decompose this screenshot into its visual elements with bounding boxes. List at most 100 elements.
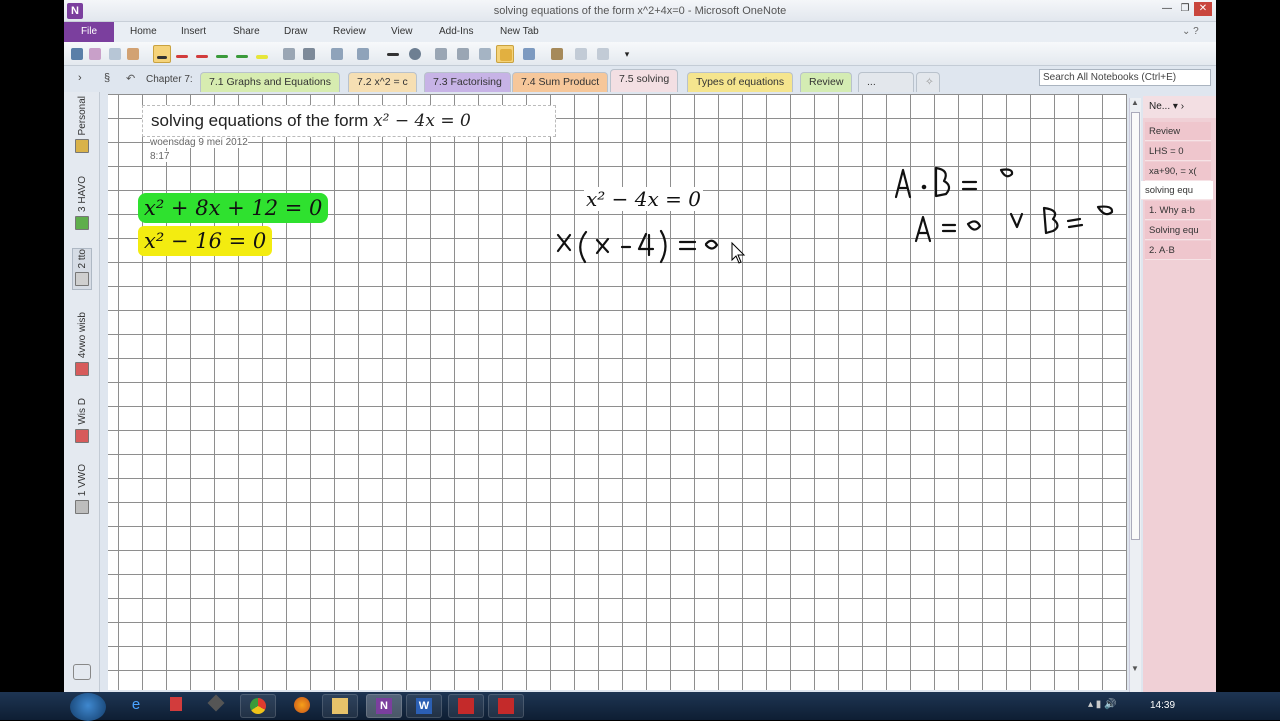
pen-red2-icon[interactable]	[193, 45, 211, 63]
pan-icon[interactable]	[124, 45, 142, 63]
tab-new-tab[interactable]: New Tab	[500, 26, 539, 37]
ink-to-text-icon[interactable]	[432, 45, 450, 63]
pen-green-icon[interactable]	[213, 45, 231, 63]
eraser-icon[interactable]	[86, 45, 104, 63]
math-red2-icon[interactable]	[488, 694, 524, 718]
quick-toolbar: ▾	[64, 42, 1216, 66]
tab-section-more[interactable]: ...	[858, 72, 914, 92]
notebook-1-vwo[interactable]: 1 VWO	[72, 464, 92, 515]
page-item-solving-selected[interactable]: solving equ	[1141, 181, 1213, 200]
selection-icon[interactable]	[476, 45, 494, 63]
minimize-button[interactable]: —	[1158, 2, 1176, 16]
page-item-review[interactable]: Review	[1145, 122, 1211, 141]
section-group-icon[interactable]: §	[104, 72, 110, 84]
highlighter-yellow-icon[interactable]	[253, 45, 271, 63]
onenote-icon[interactable]: N	[366, 694, 402, 718]
shapes-icon[interactable]	[328, 45, 346, 63]
firefox-icon[interactable]	[284, 694, 320, 718]
office-icon[interactable]	[158, 694, 194, 718]
page-item-solving-equ[interactable]: Solving equ	[1145, 221, 1211, 240]
page-scrollbar[interactable]: ▲ ▼	[1129, 98, 1141, 692]
notebook-personal[interactable]: Personal	[72, 96, 92, 154]
breadcrumb[interactable]: Chapter 7:	[146, 74, 193, 85]
close-button[interactable]: ✕	[1194, 2, 1212, 16]
tab-section-types[interactable]: Types of equations	[687, 72, 794, 92]
notebook-label: 1 VWO	[76, 464, 88, 497]
page-list: Ne... ▾ › Review LHS = 0 xa+90, = x( sol…	[1141, 96, 1216, 692]
notebook-3-havo[interactable]: 3 HAVO	[72, 176, 92, 230]
tab-section-7-4[interactable]: 7.4 Sum Product	[512, 72, 609, 92]
system-tray-icons[interactable]: ▴ ▮ 🔊	[1088, 699, 1117, 710]
tab-draw[interactable]: Draw	[284, 26, 307, 37]
pen-green2-icon[interactable]	[233, 45, 251, 63]
tab-share[interactable]: Share	[233, 26, 260, 37]
notebook-icon	[75, 362, 89, 377]
tab-home[interactable]: Home	[130, 26, 157, 37]
tab-add-ins[interactable]: Add-Ins	[439, 26, 473, 37]
notebook-icon	[75, 272, 89, 287]
tab-review[interactable]: Review	[333, 26, 366, 37]
explorer-icon[interactable]	[322, 694, 358, 718]
tab-section-7-2[interactable]: 7.2 x^2 = c	[348, 72, 417, 92]
insert-space-icon[interactable]	[300, 45, 318, 63]
notebook-label: 2 tto	[76, 249, 88, 269]
clock[interactable]: 14:39	[1150, 700, 1175, 711]
notebook-sidebar: Personal 3 HAVO 2 tto 4vwo wisb Wis D 1 …	[64, 92, 100, 692]
file-tab[interactable]: File	[64, 22, 114, 42]
pen-black-icon[interactable]	[153, 45, 171, 63]
lines-icon[interactable]	[354, 45, 372, 63]
maximize-button[interactable]: ❐	[1176, 2, 1194, 16]
scroll-up-icon[interactable]: ▲	[1131, 98, 1139, 107]
ink-factored-equation	[556, 229, 719, 264]
math-red-icon[interactable]	[448, 694, 484, 718]
notebook-icon	[75, 215, 89, 230]
format-icon[interactable]	[548, 45, 566, 63]
page-item-xa[interactable]: xa+90, = x(	[1145, 162, 1211, 181]
start-button[interactable]	[70, 693, 106, 721]
ink-to-math-icon[interactable]	[454, 45, 472, 63]
arrange-icon[interactable]	[496, 45, 514, 63]
draw-icon[interactable]	[520, 45, 538, 63]
tab-view[interactable]: View	[391, 26, 413, 37]
scroll-down-icon[interactable]: ▼	[1131, 664, 1139, 673]
notebook-icon	[75, 139, 89, 154]
notebook-label: Personal	[76, 96, 88, 136]
tab-section-7-3[interactable]: 7.3 Factorising	[424, 72, 511, 92]
tab-section-review[interactable]: Review	[800, 72, 853, 92]
tab-section-7-5[interactable]: 7.5 solving	[610, 69, 679, 92]
lasso-icon[interactable]	[106, 45, 124, 63]
new-page-button[interactable]: Ne... ▾ ›	[1143, 96, 1216, 118]
ribbon-collapse-icon[interactable]: ⌄ ?	[1182, 26, 1199, 37]
page-setup-icon[interactable]	[594, 45, 612, 63]
page-item-why-ab[interactable]: 1. Why a·b	[1145, 201, 1211, 220]
undo-icon[interactable]	[68, 45, 86, 63]
tab-insert[interactable]: Insert	[181, 26, 206, 37]
tab-section-7-1[interactable]: 7.1 Graphs and Equations	[200, 72, 341, 92]
unfiled-notes-icon[interactable]	[73, 664, 91, 680]
page-item-lhs[interactable]: LHS = 0	[1145, 142, 1211, 161]
notebook-wis-d[interactable]: Wis D	[72, 398, 92, 443]
mouse-cursor-icon	[731, 241, 746, 264]
windows-taskbar: e N W ▴ ▮ 🔊 14:39	[0, 692, 1280, 721]
more-icon[interactable]: ▾	[618, 45, 636, 63]
back-arrow-icon[interactable]: ↶	[126, 72, 135, 85]
type-icon[interactable]	[280, 45, 298, 63]
notebook-4vwo-wisb[interactable]: 4vwo wisb	[72, 312, 92, 377]
page-item-ab[interactable]: 2. A·B	[1145, 241, 1211, 260]
page-canvas[interactable]: solving equations of the form x² − 4x = …	[108, 94, 1127, 690]
view-icon[interactable]	[572, 45, 590, 63]
pen-red-icon[interactable]	[173, 45, 191, 63]
tools-icon[interactable]	[198, 694, 234, 718]
color-icon[interactable]	[384, 45, 402, 63]
scroll-thumb[interactable]	[1131, 112, 1140, 540]
ie-icon[interactable]: e	[118, 694, 154, 718]
rotate-icon[interactable]	[406, 45, 424, 63]
word-icon[interactable]: W	[406, 694, 442, 718]
navigation-expand-icon[interactable]: ›	[78, 72, 82, 84]
search-input[interactable]: Search All Notebooks (Ctrl+E)	[1039, 69, 1211, 86]
window-title: solving equations of the form x^2+4x=0 -…	[493, 5, 787, 17]
chrome-icon[interactable]	[240, 694, 276, 718]
section-tabs: › § ↶ Chapter 7: 7.1 Graphs and Equation…	[64, 66, 1216, 92]
notebook-2-tto[interactable]: 2 tto	[72, 248, 92, 291]
new-section-icon[interactable]: ✧	[916, 72, 940, 92]
